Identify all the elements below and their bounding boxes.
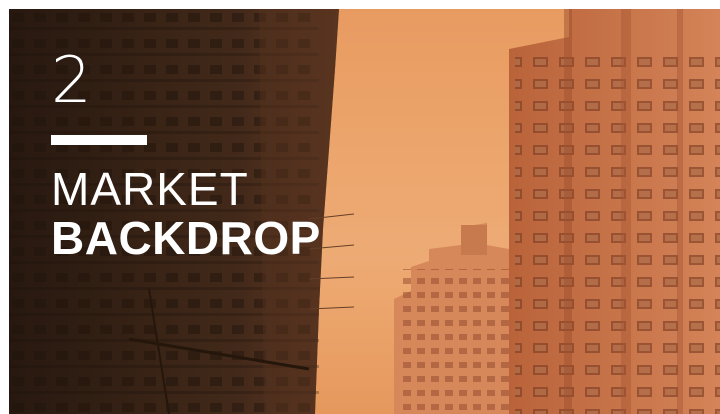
section-title-line-1: MARKET xyxy=(51,163,249,215)
chapter-number: 2 xyxy=(51,44,93,118)
slide-frame: 2 MARKET BACKDROP xyxy=(9,9,720,414)
section-title-line-2: BACKDROP xyxy=(51,212,321,264)
title-divider xyxy=(51,135,147,145)
section-title-block: 2 MARKET BACKDROP xyxy=(51,49,321,263)
